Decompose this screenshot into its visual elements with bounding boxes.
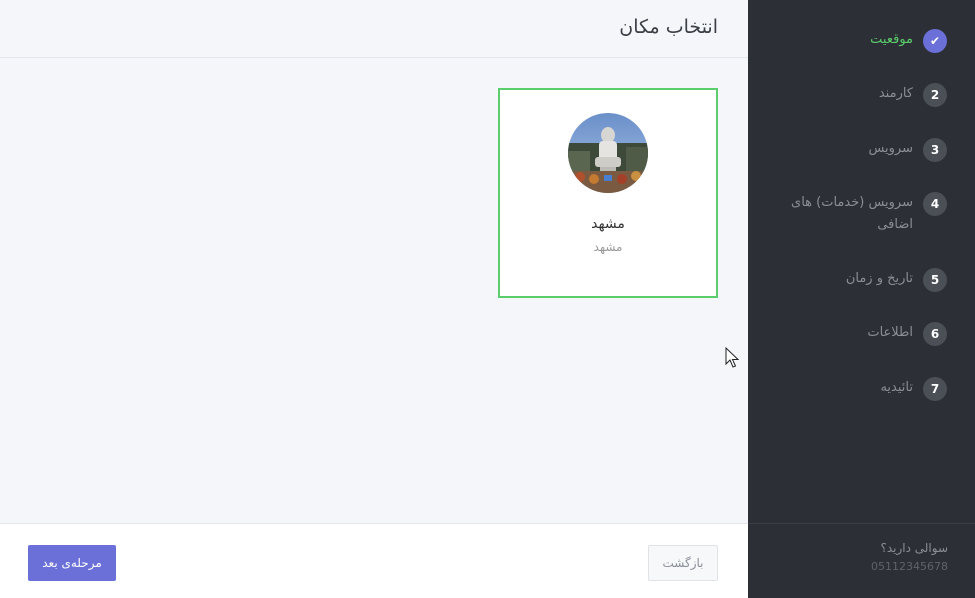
step-date-time[interactable]: 5 تاریخ و زمان [846,268,947,292]
step-number-badge: 2 [923,83,947,107]
step-label: کارمند [878,86,913,101]
step-location[interactable]: ✔ موقعیت [870,29,947,53]
step-label: تاریخ و زمان [845,271,913,286]
step-number-badge: 5 [923,268,947,292]
page-header: انتخاب مکان [0,0,748,58]
help-section: سوالی دارید؟ 05112345678 [748,523,975,598]
step-number-badge: 3 [923,138,947,162]
step-confirmation[interactable]: 7 تائیدیه [880,377,947,401]
step-label: سرویس [868,141,913,156]
page-title: انتخاب مکان [619,16,718,38]
main-panel: انتخاب مکان [0,0,748,598]
step-label: موقعیت [870,32,913,47]
location-title: مشهد [591,216,625,232]
step-extra-services[interactable]: 4 سرویس (خدمات) های اضافی [768,192,947,232]
step-label: سرویس (خدمات) های اضافی [791,195,913,232]
step-number-badge: 7 [923,377,947,401]
step-label: تائیدیه [880,380,913,395]
step-employee[interactable]: 2 کارمند [879,83,947,107]
help-question: سوالی دارید؟ [880,541,948,555]
help-phone[interactable]: 05112345678 [871,560,948,573]
check-icon: ✔ [923,29,947,53]
location-card[interactable]: مشهد مشهد [498,88,718,298]
mouse-cursor-icon [725,347,739,368]
next-step-button[interactable]: مرحله‌ی بعد [28,545,116,581]
back-button[interactable]: بازگشت [648,545,718,581]
step-service[interactable]: 3 سرویس [868,138,947,162]
step-label: اطلاعات [867,325,913,340]
location-photo [568,113,648,193]
step-information[interactable]: 6 اطلاعات [867,322,947,346]
step-number-badge: 6 [923,322,947,346]
steps-sidebar: ✔ موقعیت 2 کارمند 3 سرویس 4 سرویس (خدمات… [748,0,975,598]
page-footer: مرحله‌ی بعد بازگشت [0,523,748,598]
location-subtitle: مشهد [593,240,623,254]
step-number-badge: 4 [923,192,947,216]
